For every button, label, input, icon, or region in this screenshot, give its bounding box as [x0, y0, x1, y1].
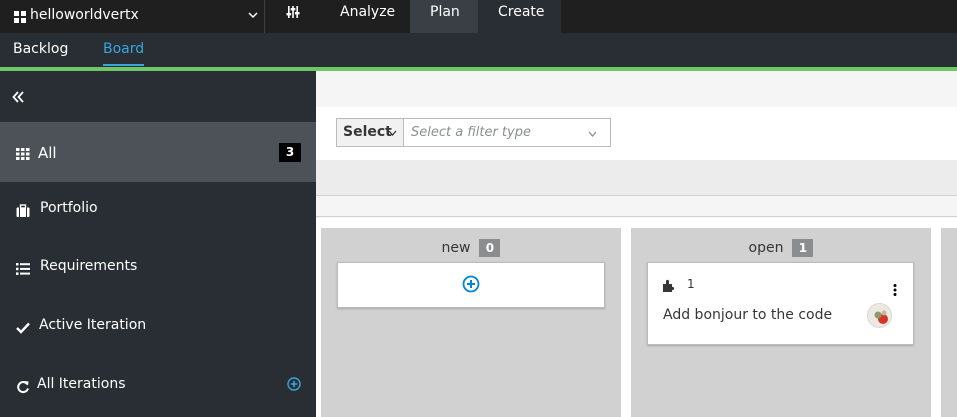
column-name: open — [748, 240, 784, 256]
main-content: Select Select a filter type new 0 open 1 — [316, 71, 957, 417]
tab-plan[interactable]: Plan — [430, 0, 460, 33]
puzzle-icon — [663, 279, 675, 292]
sidebar-item-active-iteration[interactable]: Active Iteration — [0, 299, 316, 357]
tab-create[interactable]: Create — [498, 0, 545, 33]
sidebar: All 3 Portfolio Requirements Active Iter… — [0, 71, 316, 417]
toolbar-band-secondary — [316, 197, 957, 217]
column-count-badge: 0 — [479, 239, 501, 257]
sidebar-item-label: All Iterations — [37, 376, 126, 392]
chevron-down-icon[interactable] — [248, 10, 258, 20]
sidebar-item-portfolio[interactable]: Portfolio — [0, 182, 316, 240]
board-column-partial — [941, 228, 957, 417]
grid-icon — [16, 148, 30, 160]
column-count-badge: 1 — [792, 239, 814, 257]
avatar-image — [868, 304, 891, 327]
list-icon — [16, 263, 30, 275]
toolbar-band — [316, 160, 957, 196]
column-header: open 1 — [631, 239, 931, 257]
sidebar-item-label: All — [38, 144, 57, 162]
space-name: helloworldvertx — [30, 6, 139, 23]
board-column-new: new 0 — [321, 228, 621, 417]
board-column-open: open 1 1 Add bonjour to the code — [631, 228, 931, 417]
column-name: new — [441, 240, 471, 256]
sidebar-collapse[interactable] — [0, 71, 316, 123]
top-navbar: helloworldvertx Analyze Plan Create — [0, 0, 957, 33]
chevron-down-icon — [388, 130, 397, 136]
work-item-title[interactable]: Add bonjour to the code — [663, 307, 832, 323]
sub-navbar: Backlog Board — [0, 33, 957, 67]
double-chevron-left-icon[interactable] — [12, 90, 24, 104]
filter-type-placeholder: Select a filter type — [411, 125, 531, 140]
sidebar-item-all[interactable]: All 3 — [0, 123, 316, 182]
briefcase-icon — [16, 204, 30, 217]
check-icon — [16, 322, 30, 334]
sidebar-item-label: Requirements — [40, 258, 138, 274]
sidebar-item-label: Active Iteration — [39, 317, 147, 333]
quick-add-card[interactable] — [337, 262, 605, 308]
space-switcher[interactable]: helloworldvertx — [0, 0, 265, 33]
board: new 0 open 1 1 Add bonjour to the code — [316, 218, 957, 417]
refresh-icon — [17, 381, 29, 393]
sidebar-item-requirements[interactable]: Requirements — [0, 240, 316, 298]
select-dropdown[interactable]: Select — [336, 118, 404, 147]
sidebar-item-all-iterations[interactable]: All Iterations — [0, 358, 316, 416]
sidebar-item-label: Portfolio — [40, 200, 98, 216]
space-grid-icon — [14, 10, 26, 23]
filter-toolbar: Select Select a filter type — [316, 107, 957, 160]
work-item-number: 1 — [687, 277, 695, 291]
tab-backlog[interactable]: Backlog — [13, 41, 68, 57]
filter-type-dropdown[interactable]: Select a filter type — [404, 118, 611, 147]
add-circle-icon[interactable] — [462, 275, 480, 293]
count-badge: 3 — [279, 143, 301, 162]
kebab-menu-icon[interactable] — [893, 284, 897, 296]
work-item-card[interactable]: 1 Add bonjour to the code — [647, 262, 914, 345]
avatar[interactable] — [867, 303, 892, 328]
tab-board[interactable]: Board — [103, 41, 145, 66]
select-label: Select — [343, 124, 392, 140]
column-header: new 0 — [321, 239, 621, 257]
chevron-down-icon — [588, 131, 597, 137]
tab-analyze[interactable]: Analyze — [340, 0, 395, 33]
sliders-icon[interactable] — [285, 4, 301, 20]
add-iteration-icon[interactable] — [287, 377, 301, 391]
